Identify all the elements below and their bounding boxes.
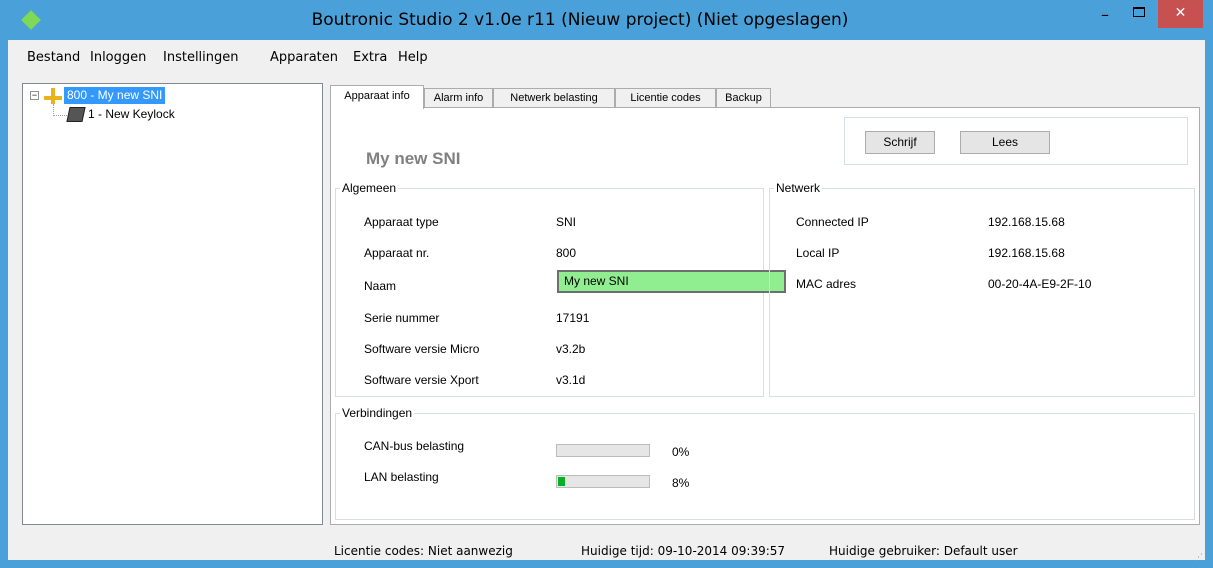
- status-license: Licentie codes: Niet aanwezig: [334, 544, 513, 558]
- menu-extra[interactable]: Extra: [353, 50, 387, 65]
- status-time: Huidige tijd: 09-10-2014 09:39:57: [581, 544, 786, 558]
- apparaat-info-panel: Schrijf Lees My new SNI Algemeen Apparaa…: [330, 107, 1200, 525]
- general-group: Algemeen Apparaat type SNI Apparaat nr. …: [335, 181, 786, 397]
- row-label: Apparaat nr.: [364, 246, 430, 260]
- client-area: Bestand Inloggen Instellingen Apparaten …: [8, 40, 1205, 563]
- tab-licentie-codes[interactable]: Licentie codes: [615, 88, 716, 108]
- menu-bar: Bestand Inloggen Instellingen Apparaten …: [8, 40, 1205, 80]
- network-group-title: Netwerk: [774, 181, 823, 195]
- row-label: Naam: [364, 279, 397, 293]
- menu-bestand[interactable]: Bestand: [27, 50, 80, 65]
- read-button[interactable]: Lees: [960, 131, 1050, 154]
- name-input[interactable]: My new SNI: [557, 270, 786, 293]
- row-value: 800: [556, 246, 577, 260]
- app-window: Boutronic Studio 2 v1.0e r11 (Nieuw proj…: [0, 0, 1213, 568]
- status-user: Huidige gebruiker: Default user: [829, 544, 1018, 558]
- lan-progress: [556, 475, 650, 488]
- maximize-button[interactable]: [1124, 7, 1154, 37]
- collapse-icon[interactable]: −: [30, 91, 39, 100]
- row-label: CAN-bus belasting: [364, 439, 465, 453]
- device-tree[interactable]: − 800 - My new SNI 1 - New Keylock: [22, 83, 323, 525]
- row-value: SNI: [556, 215, 577, 229]
- row-label: Local IP: [796, 246, 840, 260]
- row-label: Serie nummer: [364, 311, 440, 325]
- device-name-heading: My new SNI: [366, 149, 461, 168]
- general-group-title: Algemeen: [340, 181, 399, 195]
- status-bar: Licentie codes: Niet aanwezig Huidige ti…: [8, 528, 1205, 563]
- app-diamond-icon: [21, 10, 41, 30]
- connections-group-title: Verbindingen: [340, 406, 415, 420]
- resize-grip-icon[interactable]: ⋰: [1194, 552, 1203, 563]
- row-label: Software versie Xport: [364, 373, 479, 387]
- tree-item-sni[interactable]: 800 - My new SNI: [64, 87, 166, 104]
- row-value: v3.2b: [556, 342, 586, 356]
- tab-alarm-info[interactable]: Alarm info: [424, 88, 493, 108]
- row-value: 192.168.15.68: [988, 215, 1065, 229]
- title-bar[interactable]: Boutronic Studio 2 v1.0e r11 (Nieuw proj…: [0, 0, 1213, 40]
- connections-group: Verbindingen CAN-bus belasting 0% LAN be…: [335, 406, 1195, 520]
- tab-apparaat-info[interactable]: Apparaat info: [330, 85, 424, 109]
- maximize-icon: [1133, 7, 1145, 17]
- menu-instellingen[interactable]: Instellingen: [163, 50, 239, 65]
- tree-connector: [53, 115, 67, 116]
- action-group: Schrijf Lees: [844, 117, 1188, 165]
- row-label: LAN belasting: [364, 470, 439, 484]
- row-value: 192.168.15.68: [988, 246, 1065, 260]
- menu-help[interactable]: Help: [398, 50, 428, 65]
- write-button[interactable]: Schrijf: [865, 131, 935, 154]
- row-value: 17191: [556, 311, 590, 325]
- network-node-icon: [44, 88, 62, 104]
- row-label: Connected IP: [796, 215, 869, 229]
- minimize-button[interactable]: –: [1090, 6, 1120, 36]
- row-value: 8%: [672, 476, 690, 490]
- row-label: MAC adres: [796, 277, 857, 291]
- can-bus-progress: [556, 444, 650, 457]
- close-button[interactable]: ✕: [1158, 0, 1203, 28]
- network-group: Netwerk Connected IP 192.168.15.68 Local…: [769, 181, 1195, 397]
- tab-backup[interactable]: Backup: [716, 88, 771, 108]
- menu-apparaten[interactable]: Apparaten: [270, 50, 338, 65]
- tree-item-keylock[interactable]: 1 - New Keylock: [88, 107, 175, 121]
- tab-netwerk-belasting[interactable]: Netwerk belasting: [493, 88, 615, 108]
- row-label: Software versie Micro: [364, 342, 480, 356]
- progress-fill: [558, 477, 566, 486]
- menu-inloggen[interactable]: Inloggen: [90, 50, 146, 65]
- row-label: Apparaat type: [364, 215, 439, 229]
- keylock-icon: [66, 107, 86, 122]
- window-title: Boutronic Studio 2 v1.0e r11 (Nieuw proj…: [311, 10, 849, 30]
- row-value: v3.1d: [556, 373, 586, 387]
- row-value: 00-20-4A-E9-2F-10: [988, 277, 1092, 291]
- row-value: 0%: [672, 445, 690, 459]
